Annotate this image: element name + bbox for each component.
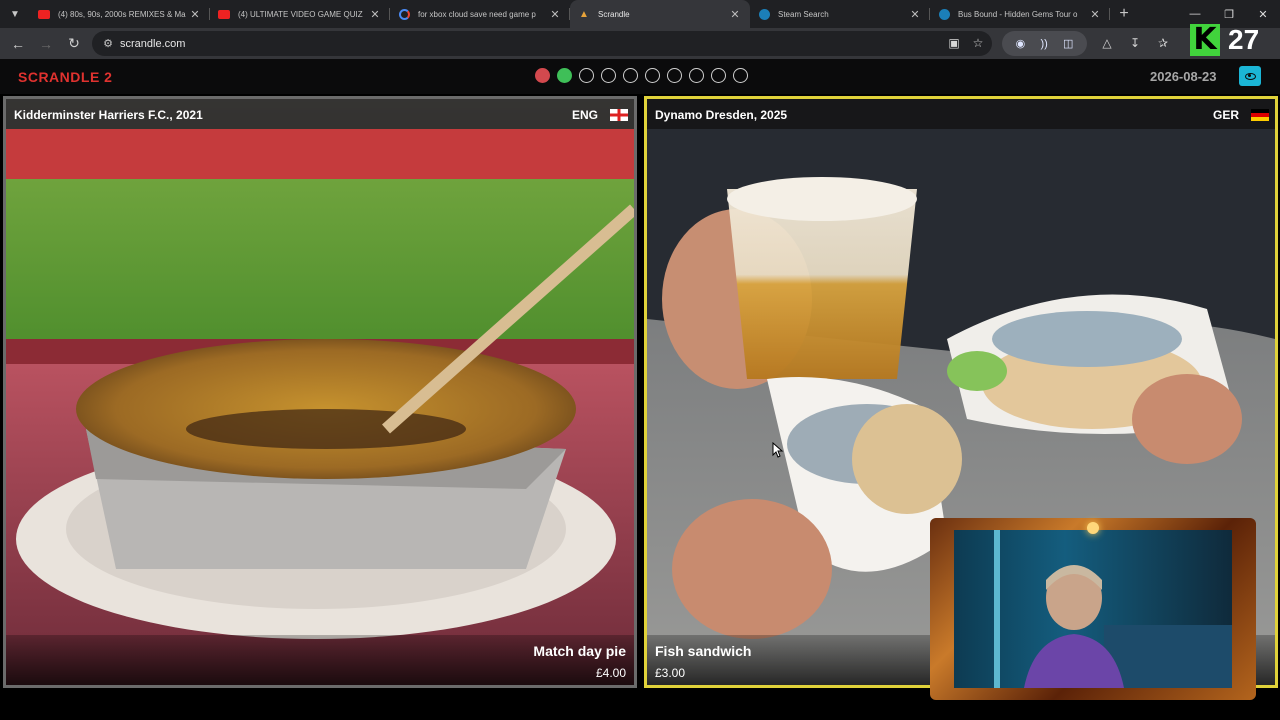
food-card-left[interactable]: Kidderminster Harriers F.C., 2021 ENG Ma… — [3, 96, 637, 688]
address-bar[interactable]: ⚙ scrandle.com ▣ ☆ — [92, 31, 992, 56]
download-icon[interactable]: ↧ — [1126, 34, 1144, 52]
streamer-figure — [994, 530, 1232, 688]
club-name: Kidderminster Harriers F.C., 2021 — [14, 108, 203, 122]
dish-name: Match day pie — [533, 643, 626, 659]
browser-tab[interactable]: (4) ULTIMATE VIDEO GAME QUIZ ✕ — [210, 0, 390, 28]
card-footer: Match day pie £4.00 — [6, 635, 634, 685]
tab-search-button[interactable]: ▼ — [0, 0, 30, 28]
youtube-icon — [38, 8, 50, 20]
eye-icon — [1244, 72, 1256, 80]
toolbar-icons: △ ↧ ✰ — [1098, 34, 1172, 52]
progress-dot-red — [535, 68, 550, 83]
browser-tab[interactable]: (4) 80s, 90s, 2000s REMIXES & Ma ✕ — [30, 0, 210, 28]
kick-overlay-badge: K 27 — [1190, 22, 1280, 58]
cast-icon[interactable]: ▣ — [946, 35, 962, 51]
card-header: Dynamo Dresden, 2025 GER — [647, 99, 1275, 129]
tab-title: for xbox cloud save need game p — [418, 9, 536, 19]
progress-dot-empty — [689, 68, 704, 83]
progress-dot-empty — [601, 68, 616, 83]
scrandle-icon: ▲ — [579, 8, 589, 20]
incognito-icon[interactable]: △ — [1098, 34, 1116, 52]
browser-toolbar: ← → ↻ ⚙ scrandle.com ▣ ☆ ◉ )) ◫ △ ↧ ✰ — [0, 28, 1280, 59]
game-date: 2026-08-23 — [1150, 69, 1217, 84]
extension-icon[interactable]: ◉ — [1016, 37, 1026, 50]
browser-tab[interactable]: Bus Bound - Hidden Gems Tour o ✕ — [930, 0, 1110, 28]
game-header: SCRANDLE 2 2026-08-23 — [0, 59, 1280, 94]
tab-title: Scrandle — [598, 9, 630, 19]
tab-list: (4) 80s, 90s, 2000s REMIXES & Ma ✕ (4) ULT… — [30, 0, 1110, 28]
browser-tab[interactable]: ▲ Scrandle ✕ — [570, 0, 750, 28]
close-tab-icon[interactable]: ✕ — [368, 8, 382, 21]
puzzle-icon[interactable]: ◫ — [1063, 37, 1073, 50]
browser-tab[interactable]: Steam Search ✕ — [750, 0, 930, 28]
mouse-cursor-icon — [772, 442, 784, 458]
progress-dot-empty — [711, 68, 726, 83]
progress-dot-empty — [733, 68, 748, 83]
steam-icon — [758, 8, 770, 20]
site-info-icon[interactable]: ⚙ — [96, 37, 120, 50]
webcam-feed — [954, 530, 1232, 688]
kick-logo-icon: K — [1190, 24, 1220, 56]
forward-button[interactable]: → — [32, 30, 60, 58]
germany-flag-icon — [1251, 109, 1269, 121]
tab-separator — [1109, 8, 1110, 20]
webcam-overlay — [930, 518, 1256, 700]
favorites-icon[interactable]: ✰ — [1154, 34, 1172, 52]
tab-title: Bus Bound - Hidden Gems Tour o — [958, 9, 1078, 19]
progress-dot-empty — [645, 68, 660, 83]
progress-dot-empty — [623, 68, 638, 83]
progress-dot-empty — [579, 68, 594, 83]
close-tab-icon[interactable]: ✕ — [1088, 8, 1102, 21]
tab-title: (4) 80s, 90s, 2000s REMIXES & Ma — [58, 9, 186, 19]
audio-extension-icon[interactable]: )) — [1040, 38, 1047, 50]
extensions-group: ◉ )) ◫ — [1002, 31, 1087, 56]
bookmark-star-icon[interactable]: ☆ — [970, 35, 986, 51]
country-code: ENG — [571, 108, 598, 122]
dish-price: £3.00 — [655, 666, 686, 680]
steam-icon — [938, 8, 950, 20]
dish-price: £4.00 — [595, 666, 626, 680]
reload-button[interactable]: ↻ — [60, 30, 88, 58]
new-tab-button[interactable]: + — [1110, 0, 1138, 28]
close-tab-icon[interactable]: ✕ — [188, 8, 202, 21]
browser-tab[interactable]: for xbox cloud save need game p ✕ — [390, 0, 570, 28]
progress-dot-green — [557, 68, 572, 83]
tab-title: (4) ULTIMATE VIDEO GAME QUIZ — [238, 9, 363, 19]
close-tab-icon[interactable]: ✕ — [908, 8, 922, 21]
england-flag-icon — [610, 109, 628, 121]
url-text: scrandle.com — [120, 37, 186, 50]
kick-count: 27 — [1228, 24, 1260, 55]
tab-title: Steam Search — [778, 9, 829, 19]
google-icon — [398, 8, 410, 20]
frame-gem-icon — [1087, 522, 1099, 534]
browser-tabstrip: ▼ (4) 80s, 90s, 2000s REMIXES & Ma ✕ (4) U… — [0, 0, 1280, 28]
card-header: Kidderminster Harriers F.C., 2021 ENG — [6, 99, 634, 129]
close-tab-icon[interactable]: ✕ — [548, 8, 562, 21]
food-photo-pie — [6, 99, 634, 685]
back-button[interactable]: ← — [4, 30, 32, 58]
round-progress — [535, 68, 748, 83]
reveal-button[interactable] — [1239, 66, 1261, 86]
progress-dot-empty — [667, 68, 682, 83]
dish-name: Fish sandwich — [655, 643, 752, 659]
close-tab-icon[interactable]: ✕ — [728, 8, 742, 21]
youtube-icon — [218, 8, 230, 20]
game-logo[interactable]: SCRANDLE 2 — [18, 69, 112, 85]
country-code: GER — [1212, 108, 1239, 122]
club-name: Dynamo Dresden, 2025 — [655, 108, 788, 122]
